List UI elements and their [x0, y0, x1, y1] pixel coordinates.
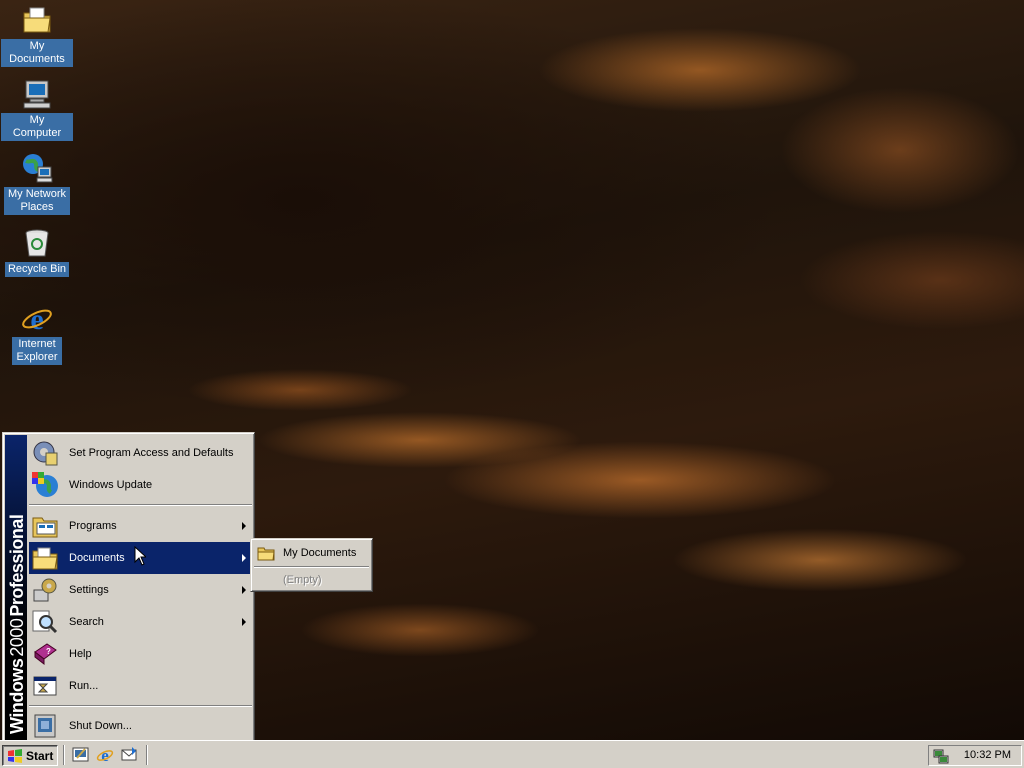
- banner-version: 2000: [7, 618, 27, 657]
- chevron-right-icon: [242, 554, 246, 562]
- menu-item-label: Search: [69, 616, 104, 628]
- menu-item-shut-down[interactable]: Shut Down...: [29, 710, 252, 742]
- menu-item-label: Run...: [69, 680, 99, 692]
- folder-icon: [257, 545, 275, 561]
- menu-item-label: Documents: [69, 552, 125, 564]
- start-button[interactable]: Start: [2, 745, 58, 766]
- documents-submenu: My Documents (Empty): [250, 538, 373, 592]
- my-documents-icon: [21, 4, 53, 36]
- chevron-right-icon: [242, 586, 246, 594]
- start-menu-banner: Windows2000Professional: [5, 435, 27, 740]
- start-menu: Windows2000Professional Set Program Acce…: [2, 432, 255, 743]
- menu-item-windows-update[interactable]: Windows Update: [29, 469, 252, 501]
- menu-item-label: Settings: [69, 584, 109, 596]
- menu-item-label: Programs: [69, 520, 117, 532]
- windows-update-icon: [31, 471, 59, 499]
- banner-brand: Windows: [7, 658, 27, 734]
- desktop-icon-label: My Computer: [1, 113, 73, 141]
- desktop-icon-label: My Network Places: [4, 187, 70, 215]
- network-connection-icon[interactable]: [933, 748, 949, 764]
- svg-text:?: ?: [46, 647, 51, 656]
- system-tray: 10:32 PM: [928, 745, 1022, 766]
- shutdown-icon: [31, 712, 59, 740]
- windows-logo-icon: [7, 748, 23, 763]
- menu-separator: [29, 705, 252, 707]
- documents-icon: [31, 544, 59, 572]
- internet-explorer-icon: e: [21, 302, 53, 336]
- banner-edition: Professional: [7, 514, 27, 617]
- quick-launch-divider: [146, 745, 148, 765]
- show-desktop-icon[interactable]: [72, 746, 90, 764]
- svg-text:e: e: [30, 303, 43, 334]
- desktop-icon-label: Internet Explorer: [12, 337, 62, 365]
- desktop-icon-label: Recycle Bin: [4, 262, 70, 277]
- svg-text:e: e: [101, 746, 109, 764]
- chevron-right-icon: [242, 522, 246, 530]
- menu-separator: [29, 504, 252, 506]
- submenu-empty-label: (Empty): [283, 574, 322, 586]
- search-icon: [31, 608, 59, 636]
- recycle-bin-icon: [21, 227, 53, 259]
- desktop-icon-label: My Documents: [1, 39, 73, 67]
- menu-item-label: Help: [69, 648, 92, 660]
- outlook-express-icon[interactable]: [120, 746, 138, 764]
- my-network-places-icon: [21, 152, 53, 184]
- help-icon: ?: [31, 640, 59, 668]
- start-button-label: Start: [26, 748, 54, 763]
- desktop-icon-my-computer[interactable]: My Computer: [1, 78, 73, 141]
- my-computer-icon: [21, 78, 53, 110]
- menu-separator: [254, 566, 369, 568]
- submenu-item-my-documents[interactable]: My Documents: [254, 542, 371, 564]
- program-access-icon: [31, 439, 59, 467]
- run-icon: [31, 672, 59, 700]
- submenu-item-label: My Documents: [283, 547, 357, 559]
- desktop-icon-recycle-bin[interactable]: Recycle Bin: [1, 227, 73, 277]
- menu-item-label: Windows Update: [69, 479, 153, 491]
- menu-item-programs[interactable]: Programs: [29, 510, 252, 542]
- clock[interactable]: 10:32 PM: [964, 749, 1011, 761]
- menu-item-settings[interactable]: Settings: [29, 574, 252, 606]
- menu-item-help[interactable]: ? Help: [29, 638, 252, 670]
- chevron-right-icon: [242, 618, 246, 626]
- menu-item-search[interactable]: Search: [29, 606, 252, 638]
- menu-item-set-program-access[interactable]: Set Program Access and Defaults: [29, 437, 252, 469]
- taskbar: Start e 10:32 PM: [0, 740, 1024, 768]
- desktop-icon-my-network-places[interactable]: My Network Places: [1, 152, 73, 215]
- programs-icon: [31, 512, 59, 540]
- desktop-icon-my-documents[interactable]: My Documents: [1, 4, 73, 67]
- menu-item-label: Shut Down...: [69, 720, 132, 732]
- internet-explorer-icon[interactable]: e: [96, 746, 114, 765]
- mouse-cursor-icon: [134, 546, 146, 566]
- menu-item-label: Set Program Access and Defaults: [69, 447, 234, 459]
- quick-launch-divider: [63, 745, 65, 765]
- menu-item-run[interactable]: Run...: [29, 670, 252, 702]
- desktop-icon-internet-explorer[interactable]: e Internet Explorer: [1, 302, 73, 365]
- settings-icon: [31, 576, 59, 604]
